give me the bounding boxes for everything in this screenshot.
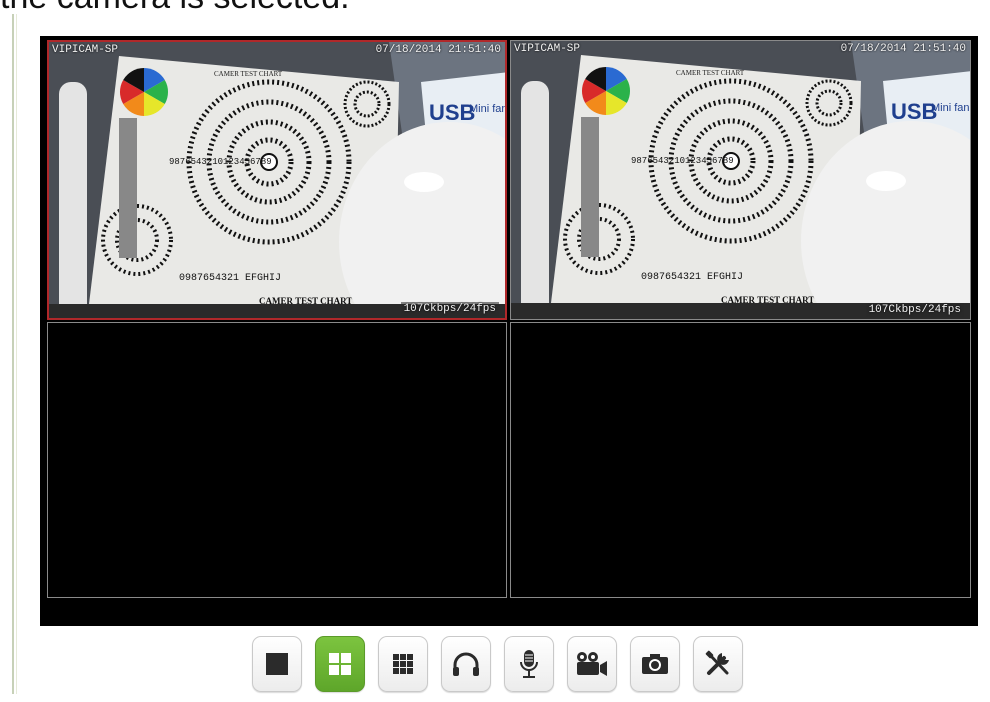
video-tile-3[interactable]: [47, 322, 507, 598]
video-grid: USB Mini fan CAMER TEST CHART 9876543210…: [40, 36, 978, 626]
camera-name-label-1: VIPICAM-SP: [52, 44, 119, 56]
settings-tools-icon: [705, 650, 729, 675]
box-brand-1: Mini fan: [469, 103, 507, 115]
left-divider-inner: [16, 14, 17, 694]
chart-title-1: CAMER TEST CHART: [214, 70, 283, 78]
talk-button[interactable]: [504, 636, 554, 692]
camera-feed-1: USB Mini fan CAMER TEST CHART 9876543210…: [49, 42, 507, 318]
single-view-button[interactable]: [252, 636, 302, 692]
camera-snapshot-icon: [642, 654, 668, 674]
settings-button[interactable]: [693, 636, 743, 692]
video-tile-2[interactable]: USB Mini fan CAMER TEST CHART 9876543210…: [510, 40, 971, 320]
headphones-icon: [453, 652, 479, 676]
nine-view-button[interactable]: [378, 636, 428, 692]
nine-view-icon: [393, 654, 413, 674]
timestamp-label-1: 07/18/2014 21:51:40: [375, 44, 501, 56]
video-record-icon: [577, 652, 607, 676]
video-tile-4[interactable]: [510, 322, 971, 598]
quad-view-icon: [329, 653, 351, 675]
camera-name-label-2: VIPICAM-SP: [514, 43, 581, 55]
quad-view-button[interactable]: [315, 636, 365, 692]
left-divider: [12, 14, 14, 694]
view-toolbar: [252, 636, 743, 692]
video-tile-1[interactable]: USB Mini fan CAMER TEST CHART 9876543210…: [47, 40, 507, 320]
timestamp-label-2: 07/18/2014 21:51:40: [840, 43, 966, 55]
chart-title-2: CAMER TEST CHART: [676, 69, 745, 77]
svg-text:9876543210123456789: 9876543210123456789: [631, 156, 734, 166]
single-view-icon: [266, 653, 288, 675]
camera-feed-2: USB Mini fan CAMER TEST CHART 9876543210…: [511, 41, 970, 319]
svg-text:0987654321 EFGHIJ: 0987654321 EFGHIJ: [641, 272, 743, 283]
caption-text: the camera is selected.: [0, 0, 350, 17]
record-button[interactable]: [567, 636, 617, 692]
box-brand-2: Mini fan: [931, 102, 970, 114]
microphone-icon: [520, 650, 538, 678]
bitrate-label-2: 107Ckbps/24fps: [865, 303, 964, 317]
svg-text:9876543210123456789: 9876543210123456789: [169, 157, 272, 167]
listen-audio-button[interactable]: [441, 636, 491, 692]
snapshot-button[interactable]: [630, 636, 680, 692]
bitrate-label-1: 107Ckbps/24fps: [400, 302, 499, 316]
svg-text:0987654321 EFGHIJ: 0987654321 EFGHIJ: [179, 273, 281, 284]
